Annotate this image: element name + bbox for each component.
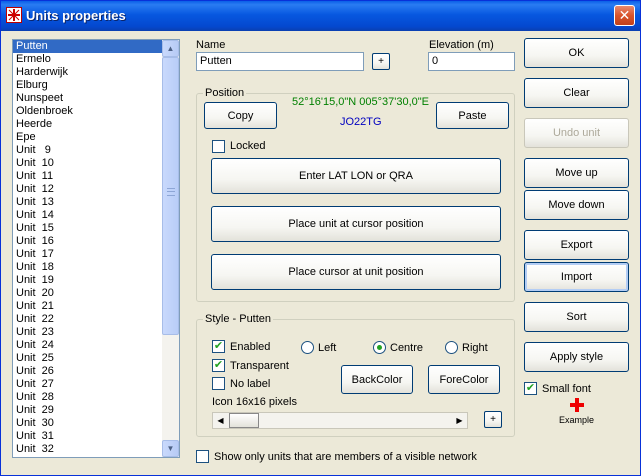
list-item[interactable]: Unit 28 (13, 391, 163, 404)
icon-size-label: Icon 16x16 pixels (212, 396, 297, 408)
style-group-title: Style - Putten (203, 313, 274, 325)
units-list-scrollbar[interactable]: ▲ ▼ (162, 40, 179, 457)
apply-style-button[interactable]: Apply style (524, 342, 629, 372)
latlon-text: 52°16'15,0"N 005°37'30,0"E (292, 96, 430, 108)
align-centre-radio[interactable] (373, 341, 386, 354)
align-left-label: Left (318, 342, 337, 354)
move-down-button[interactable]: Move down (524, 190, 629, 220)
list-item[interactable]: Unit 12 (13, 183, 163, 196)
copy-button[interactable]: Copy (204, 102, 277, 129)
name-plus-button[interactable]: + (372, 53, 390, 70)
small-font-label: Small font (542, 383, 591, 395)
undo-unit-button[interactable]: Undo unit (524, 118, 629, 148)
app-icon (6, 7, 22, 23)
list-item[interactable]: Nunspeet (13, 92, 163, 105)
show-only-label: Show only units that are members of a vi… (214, 451, 477, 463)
place-cursor-button[interactable]: Place cursor at unit position (211, 254, 501, 290)
align-left-radio[interactable] (301, 341, 314, 354)
scroll-down-icon[interactable]: ▼ (162, 440, 179, 457)
close-icon[interactable]: ✕ (614, 5, 635, 26)
list-item[interactable]: Unit 20 (13, 287, 163, 300)
list-item[interactable]: Ermelo (13, 53, 163, 66)
scroll-right-icon[interactable]: ▶ (452, 413, 467, 428)
show-only-checkbox[interactable] (196, 450, 209, 463)
list-item[interactable]: Harderwijk (13, 66, 163, 79)
align-centre-label: Centre (390, 342, 424, 354)
list-item[interactable]: Unit 18 (13, 261, 163, 274)
forecolor-button[interactable]: ForeColor (428, 365, 500, 394)
sort-button[interactable]: Sort (524, 302, 629, 332)
scroll-left-icon[interactable]: ◀ (213, 413, 228, 428)
place-unit-button[interactable]: Place unit at cursor position (211, 206, 501, 242)
title-bar[interactable]: Units properties ✕ (1, 1, 640, 31)
locator-text: JO22TG (340, 116, 382, 128)
units-properties-window: Units properties ✕ Putten Ermelo Harderwij… (0, 0, 641, 476)
export-button[interactable]: Export (524, 230, 629, 260)
locked-label: Locked (230, 140, 266, 152)
clear-button[interactable]: Clear (524, 78, 629, 108)
enter-latlon-button[interactable]: Enter LAT LON or QRA (211, 158, 501, 194)
list-item[interactable]: Unit 16 (13, 235, 163, 248)
list-item[interactable]: Unit 21 (13, 300, 163, 313)
enabled-label: Enabled (230, 341, 271, 353)
list-item[interactable]: Epe (13, 131, 163, 144)
list-item[interactable]: Unit 23 (13, 326, 163, 339)
list-item[interactable]: Unit 13 (13, 196, 163, 209)
icon-size-scrollbar[interactable]: ◀ ▶ (212, 412, 468, 429)
units-list-items: Putten Ermelo Harderwijk Elburg Nunspeet Olde… (13, 40, 163, 456)
list-item[interactable]: Unit 10 (13, 157, 163, 170)
list-item[interactable]: Putten (13, 40, 163, 53)
list-item[interactable]: Elburg (13, 79, 163, 92)
name-label: Name (196, 39, 226, 51)
units-listbox[interactable]: Putten Ermelo Harderwijk Elburg Nunspeet Olde… (12, 39, 180, 458)
icon-size-thumb[interactable] (229, 413, 259, 428)
list-item[interactable]: Unit 15 (13, 222, 163, 235)
icon-plus-button[interactable]: + (484, 411, 502, 428)
window-title: Units properties (26, 8, 126, 23)
elevation-field[interactable]: 0 (428, 52, 515, 71)
no-label-checkbox[interactable] (212, 377, 225, 390)
list-item[interactable]: Unit 9 (13, 144, 163, 157)
list-item[interactable]: Unit 25 (13, 352, 163, 365)
list-item[interactable]: Oldenbroek (13, 105, 163, 118)
scrollbar-thumb[interactable] (162, 57, 179, 335)
transparent-label: Transparent (230, 360, 289, 372)
example-label: Example (559, 415, 595, 425)
align-right-label: Right (462, 342, 488, 354)
small-font-checkbox[interactable]: ✔ (524, 382, 537, 395)
list-item[interactable]: Unit 11 (13, 170, 163, 183)
list-item[interactable]: Unit 14 (13, 209, 163, 222)
list-item[interactable]: Unit 31 (13, 430, 163, 443)
paste-button[interactable]: Paste (436, 102, 509, 129)
align-right-radio[interactable] (445, 341, 458, 354)
list-item[interactable]: Unit 22 (13, 313, 163, 326)
transparent-checkbox[interactable]: ✔ (212, 359, 225, 372)
ok-button[interactable]: OK (524, 38, 629, 68)
backcolor-button[interactable]: BackColor (341, 365, 413, 394)
elevation-label: Elevation (m) (429, 39, 494, 51)
move-up-button[interactable]: Move up (524, 158, 629, 188)
list-item[interactable]: Unit 19 (13, 274, 163, 287)
list-item[interactable]: Unit 30 (13, 417, 163, 430)
scroll-up-icon[interactable]: ▲ (162, 40, 179, 57)
no-label-label: No label (230, 378, 271, 390)
list-item[interactable]: Unit 24 (13, 339, 163, 352)
import-button[interactable]: Import (524, 262, 629, 292)
enabled-checkbox[interactable]: ✔ (212, 340, 225, 353)
red-cross-icon (570, 398, 584, 412)
list-item[interactable]: Unit 29 (13, 404, 163, 417)
list-item[interactable]: Heerde (13, 118, 163, 131)
list-item[interactable]: Unit 32 (13, 443, 163, 456)
position-group-title: Position (203, 87, 247, 99)
name-field[interactable]: Putten (196, 52, 364, 71)
list-item[interactable]: Unit 27 (13, 378, 163, 391)
list-item[interactable]: Unit 26 (13, 365, 163, 378)
list-item[interactable]: Unit 17 (13, 248, 163, 261)
locked-checkbox[interactable] (212, 140, 225, 153)
